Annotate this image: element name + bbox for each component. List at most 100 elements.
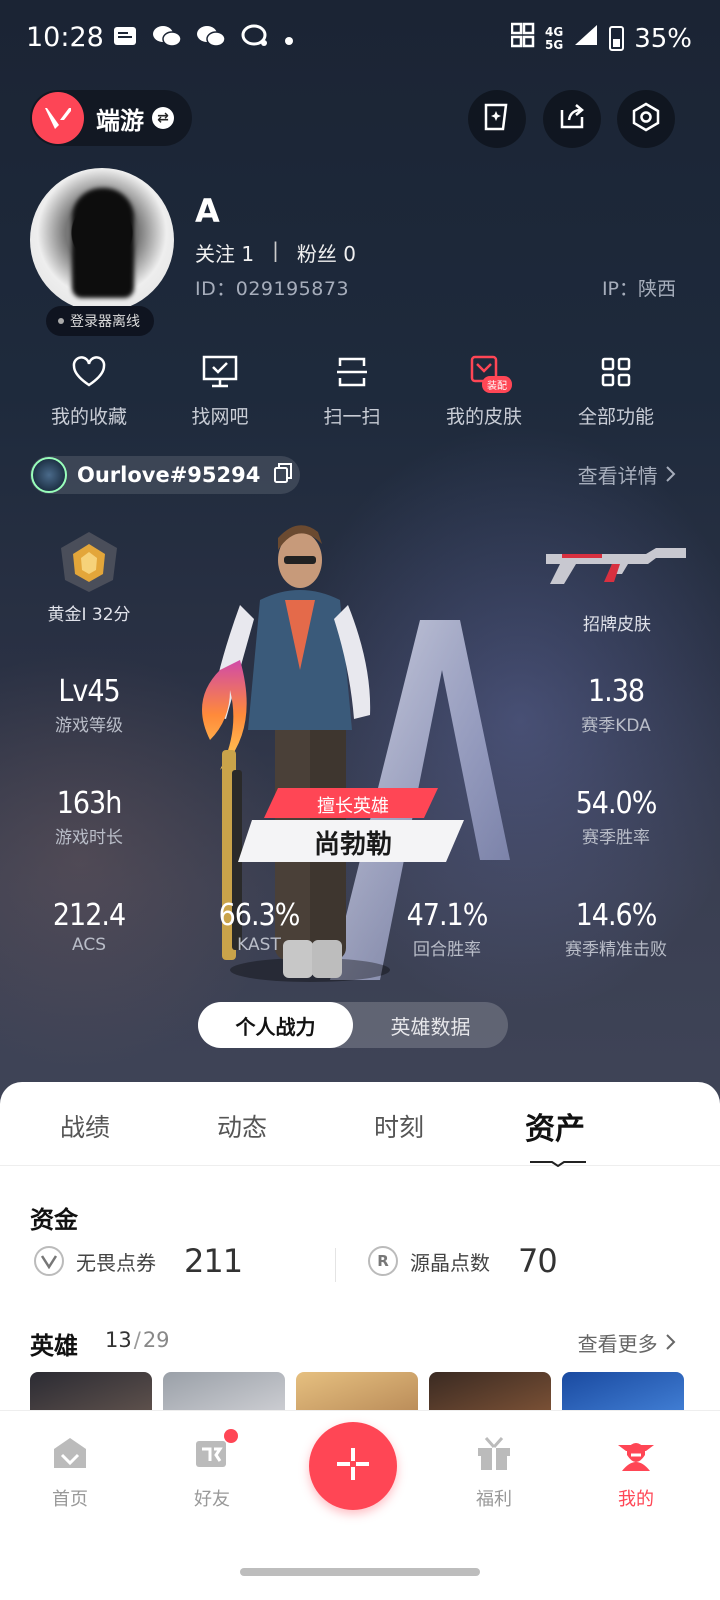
tab-moments[interactable]: 时刻 <box>374 1108 424 1144</box>
stats-segment-control: 个人战力 英雄数据 <box>198 1002 508 1048</box>
fund-radianite-label: 源晶点数 <box>410 1250 490 1275</box>
segment-hero-data[interactable]: 英雄数据 <box>353 1002 508 1048</box>
launcher-status-text: 登录器离线 <box>70 314 140 330</box>
playtime-label: 游戏时长 <box>55 828 123 848</box>
home-indicator[interactable] <box>240 1568 480 1576</box>
quick-action-all[interactable]: 全部功能 <box>551 352 681 429</box>
playtime-stat: 163h 游戏时长 <box>4 786 174 848</box>
nav-home[interactable]: 首页 <box>20 1433 120 1511</box>
quick-action-label: 我的收藏 <box>50 406 127 428</box>
top-header: 端游 ⇄ <box>0 88 720 152</box>
nav-friends[interactable]: 好友 <box>162 1429 262 1511</box>
quick-action-netcafe[interactable]: 找网吧 <box>155 352 285 429</box>
quick-actions: 我的收藏 找网吧 扫一扫 装配 我的皮肤 全部功能 <box>0 352 720 432</box>
divider <box>335 1248 336 1282</box>
status-bar: 10:28 4G 5G 35% <box>0 0 720 80</box>
heroes-more-link[interactable]: 查看更多 <box>578 1328 676 1357</box>
rank-stat[interactable]: 黄金I 32分 <box>4 530 174 625</box>
acs-stat: 212.4 ACS <box>4 898 174 955</box>
friends-icon <box>162 1429 262 1473</box>
level-stat: Lv45 游戏等级 <box>4 674 174 736</box>
hero-thumbnail[interactable] <box>296 1372 418 1412</box>
precision-value: 14.6% <box>575 898 658 933</box>
gift-icon <box>444 1433 544 1473</box>
monitor-icon <box>155 352 285 392</box>
heroes-more-label: 查看更多 <box>577 1332 658 1356</box>
winrate-stat: 54.0% 赛季胜率 <box>531 786 701 848</box>
mode-switch-button[interactable]: 端游 ⇄ <box>30 90 192 146</box>
nfc-icon <box>510 22 535 55</box>
funds-title: 资金 <box>30 1206 78 1234</box>
status-time: 10:28 <box>26 22 104 53</box>
best-hero-name: 尚勃勒 <box>313 830 392 860</box>
tab-activity[interactable]: 动态 <box>217 1108 267 1144</box>
nav-profile[interactable]: 我的 <box>586 1433 686 1511</box>
nav-benefits[interactable]: 福利 <box>444 1433 544 1511</box>
user-id: ID：029195873 <box>195 278 350 300</box>
best-hero-tag[interactable]: 擅长英雄 尚勃勒 <box>238 786 468 866</box>
avatar[interactable] <box>30 168 174 312</box>
grid-icon <box>551 352 681 392</box>
game-account-chip[interactable]: Ourlove#95294 <box>30 456 300 494</box>
card-icon <box>481 101 513 137</box>
acs-value: 212.4 <box>52 898 126 933</box>
hero-thumbnail[interactable] <box>429 1372 551 1412</box>
hero-thumbnail[interactable] <box>163 1372 285 1412</box>
quick-action-scan[interactable]: 扫一扫 <box>287 352 417 429</box>
network-bottom-label: 5G <box>545 37 564 52</box>
fans-link[interactable]: 粉丝 0 <box>297 238 356 267</box>
kast-stat: 66.3% KAST <box>174 898 344 955</box>
heart-icon <box>24 352 154 392</box>
hero-thumbnail[interactable] <box>562 1372 684 1412</box>
view-details-link[interactable]: 查看详情 <box>578 460 676 489</box>
follow-separator: | <box>272 238 279 262</box>
following-count: 1 <box>241 242 255 266</box>
heroes-count-separator: / <box>133 1328 141 1352</box>
fund-radianite[interactable]: R 源晶点数 70 <box>368 1242 558 1280</box>
settings-button[interactable] <box>617 90 675 148</box>
nav-friends-label: 好友 <box>194 1489 230 1510</box>
precision-label: 赛季精准击败 <box>565 940 667 960</box>
home-icon <box>20 1433 120 1473</box>
quick-action-label: 找网吧 <box>191 406 249 428</box>
acs-label: ACS <box>72 935 106 955</box>
copy-icon[interactable] <box>272 462 294 488</box>
fund-vp-label: 无畏点券 <box>76 1250 156 1275</box>
nav-profile-label: 我的 <box>618 1489 654 1510</box>
signature-skin-stat[interactable]: 招牌皮肤 <box>532 540 702 635</box>
tab-assets[interactable]: 资产 <box>525 1104 585 1148</box>
riot-id: Ourlove#95294 <box>77 463 261 487</box>
best-hero-label: 擅长英雄 <box>317 796 389 817</box>
swap-icon: ⇄ <box>152 107 174 129</box>
quick-action-skins[interactable]: 装配 我的皮肤 <box>419 352 549 429</box>
quick-action-favorites[interactable]: 我的收藏 <box>24 352 154 429</box>
notification-icons <box>112 24 294 54</box>
follow-stats: 关注 1 | 粉丝 0 <box>195 238 356 267</box>
message-icon <box>112 25 138 53</box>
notification-dot <box>224 1429 238 1443</box>
chevron-right-icon <box>664 464 676 488</box>
kda-value: 1.38 <box>587 674 645 709</box>
following-link[interactable]: 关注 1 <box>195 238 254 267</box>
fund-vp[interactable]: 无畏点券 211 <box>34 1242 243 1280</box>
wechat-icon <box>152 24 182 54</box>
profile-tabs: 战绩 动态 时刻 资产 <box>0 1082 720 1168</box>
tab-records[interactable]: 战绩 <box>60 1108 110 1144</box>
following-label: 关注 <box>195 242 235 266</box>
round-win-label: 回合胜率 <box>413 940 481 960</box>
level-label: 游戏等级 <box>55 716 123 736</box>
kda-stat: 1.38 赛季KDA <box>531 674 701 736</box>
weapon-skin-icon <box>532 540 702 592</box>
heroes-title: 英雄 <box>30 1332 78 1360</box>
precision-stat: 14.6% 赛季精准击败 <box>531 898 701 960</box>
hero-thumbnail[interactable] <box>30 1372 152 1412</box>
signature-skin-label: 招牌皮肤 <box>583 615 651 635</box>
view-details-label: 查看详情 <box>577 464 658 488</box>
round-win-stat: 47.1% 回合胜率 <box>362 898 532 960</box>
segment-personal-power[interactable]: 个人战力 <box>198 1002 353 1048</box>
winrate-label: 赛季胜率 <box>582 828 650 848</box>
share-button[interactable] <box>543 90 601 148</box>
card-button[interactable] <box>468 90 526 148</box>
create-post-button[interactable] <box>309 1422 397 1510</box>
system-indicators: 4G 5G 35% <box>510 22 692 55</box>
